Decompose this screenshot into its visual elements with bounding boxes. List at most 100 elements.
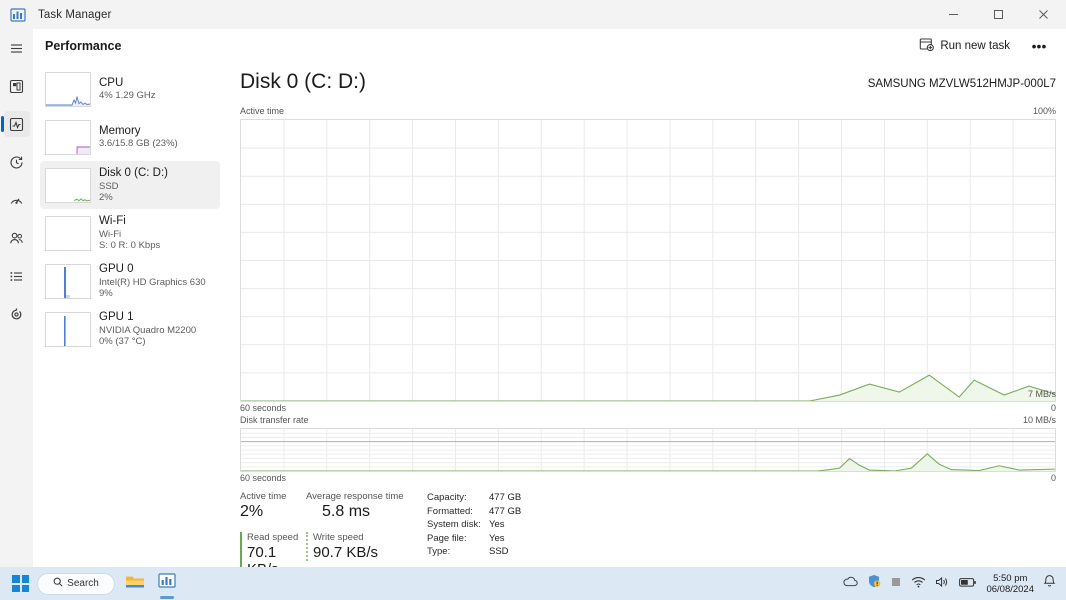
- read-speed-label: Read speed: [247, 532, 299, 543]
- task-manager-icon: [158, 572, 176, 595]
- detail-key: Type:: [427, 546, 451, 558]
- list-item-name: Disk 0 (C: D:): [99, 167, 168, 180]
- hamburger-icon: [4, 35, 30, 61]
- list-item-cpu[interactable]: CPU 4% 1.29 GHz: [40, 65, 220, 113]
- bell-icon[interactable]: [1043, 574, 1056, 593]
- sidebar-item-details[interactable]: [0, 257, 33, 295]
- list-item-text: Wi-Fi Wi-Fi S: 0 R: 0 Kbps: [99, 215, 160, 251]
- active-time-graph[interactable]: [240, 119, 1056, 402]
- graph1-labels: Active time 100%: [240, 106, 1056, 118]
- taskbar-clock[interactable]: 5:50 pm 06/08/2024: [986, 573, 1034, 595]
- sidebar-item-app-history[interactable]: [0, 143, 33, 181]
- list-item-line3: 9%: [99, 287, 113, 299]
- defender-icon[interactable]: [867, 574, 881, 593]
- start-button[interactable]: [12, 575, 29, 592]
- active-time-graph-svg: [241, 120, 1055, 401]
- graph1-axis: 60 seconds 0: [240, 402, 1056, 415]
- avg-response-value: 5.8 ms: [322, 503, 371, 520]
- run-new-task-button[interactable]: Run new task: [911, 33, 1018, 58]
- detail-value: 477 GB: [489, 492, 522, 503]
- onedrive-icon[interactable]: [842, 575, 859, 593]
- graph1-label: Active time: [240, 106, 285, 116]
- disk-transfer-rate-graph[interactable]: [240, 428, 1056, 472]
- active-time-area: [241, 375, 1055, 401]
- list-item-wifi[interactable]: Wi-Fi Wi-Fi S: 0 R: 0 Kbps: [40, 209, 220, 257]
- list-item-line2: Wi-Fi: [99, 228, 122, 240]
- list-item-name: GPU 1: [99, 311, 134, 324]
- maximize-button[interactable]: [976, 0, 1021, 29]
- list-item-line2: 3.6/15.8 GB (23%): [99, 138, 178, 150]
- minimize-button[interactable]: [931, 0, 976, 29]
- taskbar-search[interactable]: Search: [37, 572, 115, 595]
- list-item-text: Memory 3.6/15.8 GB (23%): [99, 125, 178, 150]
- detail-value: Yes: [489, 532, 505, 544]
- list-item-gpu-1[interactable]: GPU 1 NVIDIA Quadro M2200 0% (37 °C): [40, 305, 220, 353]
- wifi-thumbnail-graph: [45, 215, 91, 251]
- system-tray: 5:50 pm 06/08/2024: [842, 573, 1056, 595]
- list-item-name: Memory: [99, 124, 141, 137]
- sidebar-item-processes[interactable]: [0, 67, 33, 105]
- detail-row-type: Type: SSD: [427, 545, 521, 559]
- search-label: Search: [67, 578, 99, 589]
- graph2-max-label: 10 MB/s: [1022, 415, 1056, 425]
- disk-statistics: Active time 2% Read speed 70.1 KB/s Aver…: [240, 491, 1056, 578]
- history-clock-icon: [4, 149, 30, 175]
- navigation-rail: [0, 29, 33, 600]
- folder-icon: [125, 573, 145, 595]
- detail-row-system-disk: System disk: Yes: [427, 518, 521, 532]
- close-button[interactable]: [1021, 0, 1066, 29]
- stat-active-time: Active time 2% Read speed 70.1 KB/s: [240, 491, 306, 578]
- cpu-thumbnail-graph: [45, 71, 91, 107]
- graph1-axis-left: 60 seconds: [240, 403, 287, 413]
- tray-overflow-icon[interactable]: [890, 575, 902, 593]
- clock-time: 5:50 pm: [993, 572, 1028, 584]
- run-new-task-label: Run new task: [940, 39, 1010, 52]
- gpu1-thumbnail-graph: [45, 311, 91, 347]
- graph1-max-label: 100%: [1032, 106, 1056, 116]
- list-item-gpu-0[interactable]: GPU 0 Intel(R) HD Graphics 630 9%: [40, 257, 220, 305]
- battery-icon[interactable]: [959, 575, 977, 593]
- graph2-axis-left: 60 seconds: [240, 473, 287, 483]
- list-item-line2: NVIDIA Quadro M2200: [99, 324, 197, 336]
- list-item-text: CPU 4% 1.29 GHz: [99, 77, 156, 102]
- list-item-memory[interactable]: Memory 3.6/15.8 GB (23%): [40, 113, 220, 161]
- command-bar: Performance Run new task •••: [33, 29, 1066, 62]
- run-new-task-icon: [919, 37, 935, 55]
- graph1-axis-right: 0: [1050, 403, 1056, 413]
- active-time-label: Active time: [240, 491, 287, 502]
- disk-model-label: SAMSUNG MZVLW512HMJP-000L7: [867, 78, 1056, 90]
- detail-row-page-file: Page file: Yes: [427, 532, 521, 546]
- startup-rocket-icon: [4, 187, 30, 213]
- clock-date: 06/08/2024: [986, 583, 1034, 595]
- write-speed-label: Write speed: [313, 532, 364, 543]
- sidebar-item-startup-apps[interactable]: [0, 181, 33, 219]
- detail-header: Disk 0 (C: D:) SAMSUNG MZVLW512HMJP-000L…: [220, 62, 1066, 106]
- list-item-disk-0[interactable]: Disk 0 (C: D:) SSD 2%: [40, 161, 220, 209]
- volume-icon[interactable]: [935, 575, 950, 593]
- graph2-labels: Disk transfer rate 10 MB/s: [240, 415, 1056, 427]
- sidebar-item-services[interactable]: [0, 295, 33, 333]
- users-icon: [4, 225, 30, 251]
- list-item-text: Disk 0 (C: D:) SSD 2%: [99, 167, 168, 203]
- detail-key: Capacity:: [427, 492, 467, 503]
- active-time-value: 2%: [240, 503, 264, 520]
- resource-list: CPU 4% 1.29 GHz Memory 3.6/15.8 GB (23%): [33, 62, 220, 567]
- detail-key: Formatted:: [427, 505, 473, 517]
- task-manager-icon: [10, 7, 26, 23]
- details-list-icon: [4, 263, 30, 289]
- stat-avg-response: Average response time 5.8 ms Write speed…: [306, 491, 419, 578]
- memory-thumbnail-graph: [45, 119, 91, 155]
- disk-transfer-rate-svg: [241, 429, 1055, 471]
- hamburger-menu-button[interactable]: [0, 29, 33, 67]
- sidebar-item-users[interactable]: [0, 219, 33, 257]
- taskbar-task-manager[interactable]: [155, 572, 179, 596]
- wifi-icon[interactable]: [911, 575, 926, 593]
- write-speed-value: 90.7 KB/s: [313, 544, 379, 561]
- sidebar-item-performance[interactable]: [0, 105, 33, 143]
- list-item-line2: Intel(R) HD Graphics 630: [99, 276, 206, 288]
- taskbar-file-explorer[interactable]: [123, 572, 147, 596]
- detail-value: SSD: [489, 546, 509, 558]
- list-item-line3: 2%: [99, 191, 113, 203]
- more-options-button[interactable]: •••: [1024, 33, 1054, 58]
- performance-detail-panel: Disk 0 (C: D:) SAMSUNG MZVLW512HMJP-000L…: [220, 62, 1066, 578]
